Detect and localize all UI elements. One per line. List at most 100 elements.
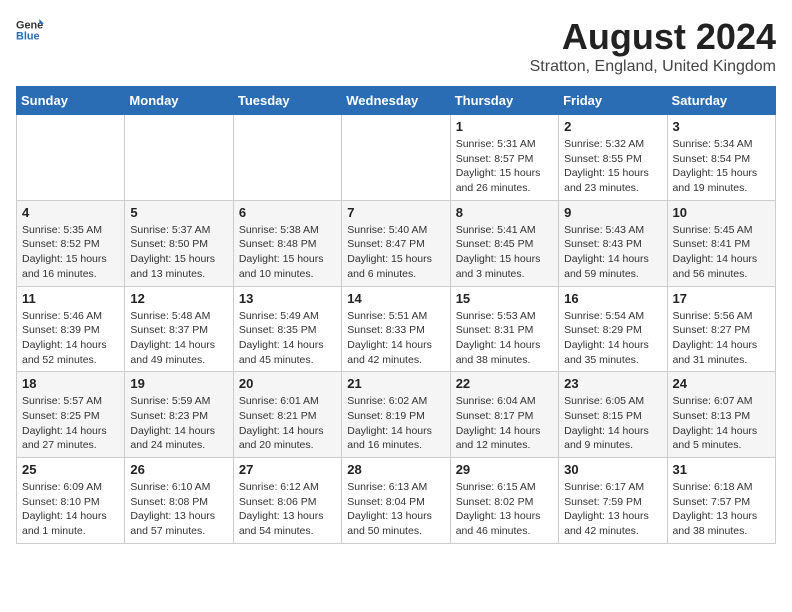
- day-info: Sunrise: 6:07 AM Sunset: 8:13 PM Dayligh…: [673, 394, 770, 453]
- day-info: Sunrise: 6:04 AM Sunset: 8:17 PM Dayligh…: [456, 394, 553, 453]
- day-number: 9: [564, 205, 661, 220]
- day-info: Sunrise: 5:38 AM Sunset: 8:48 PM Dayligh…: [239, 223, 336, 282]
- day-info: Sunrise: 5:40 AM Sunset: 8:47 PM Dayligh…: [347, 223, 444, 282]
- day-info: Sunrise: 5:51 AM Sunset: 8:33 PM Dayligh…: [347, 309, 444, 368]
- day-number: 18: [22, 376, 119, 391]
- calendar-cell: 17Sunrise: 5:56 AM Sunset: 8:27 PM Dayli…: [667, 286, 775, 372]
- day-info: Sunrise: 6:02 AM Sunset: 8:19 PM Dayligh…: [347, 394, 444, 453]
- day-info: Sunrise: 6:18 AM Sunset: 7:57 PM Dayligh…: [673, 480, 770, 539]
- day-info: Sunrise: 5:32 AM Sunset: 8:55 PM Dayligh…: [564, 137, 661, 196]
- weekday-header-monday: Monday: [125, 87, 233, 115]
- day-number: 15: [456, 291, 553, 306]
- day-number: 7: [347, 205, 444, 220]
- day-number: 28: [347, 462, 444, 477]
- day-number: 11: [22, 291, 119, 306]
- day-number: 20: [239, 376, 336, 391]
- week-row-5: 25Sunrise: 6:09 AM Sunset: 8:10 PM Dayli…: [17, 458, 776, 544]
- calendar-cell: 19 Sunrise: 5:59 AM Sunset: 8:23 PM Dayli…: [125, 372, 233, 458]
- calendar-cell: 1 Sunrise: 5:31 AM Sunset: 8:57 PM Daylig…: [450, 115, 558, 201]
- calendar-cell: 2 Sunrise: 5:32 AM Sunset: 8:55 PM Daylig…: [559, 115, 667, 201]
- day-number: 25: [22, 462, 119, 477]
- weekday-header-sunday: Sunday: [17, 87, 125, 115]
- day-info: Sunrise: 5:34 AM Sunset: 8:54 PM Dayligh…: [673, 137, 770, 196]
- day-number: 2: [564, 119, 661, 134]
- day-info: Sunrise: 6:10 AM Sunset: 8:08 PM Dayligh…: [130, 480, 227, 539]
- day-info: Sunrise: 6:13 AM Sunset: 8:04 PM Dayligh…: [347, 480, 444, 539]
- calendar-cell: 21 Sunrise: 6:02 AM Sunset: 8:19 PM Dayli…: [342, 372, 450, 458]
- day-info: Sunrise: 5:45 AM Sunset: 8:41 PM Dayligh…: [673, 223, 770, 282]
- day-number: 3: [673, 119, 770, 134]
- sub-title: Stratton, England, United Kingdom: [530, 58, 776, 76]
- calendar-cell: 3 Sunrise: 5:34 AM Sunset: 8:54 PM Daylig…: [667, 115, 775, 201]
- calendar-cell: 31 Sunrise: 6:18 AM Sunset: 7:57 PM Dayli…: [667, 458, 775, 544]
- day-number: 1: [456, 119, 553, 134]
- day-number: 10: [673, 205, 770, 220]
- calendar-cell: [233, 115, 341, 201]
- day-info: Sunrise: 5:49 AM Sunset: 8:35 PM Dayligh…: [239, 309, 336, 368]
- calendar-cell: [125, 115, 233, 201]
- day-info: Sunrise: 6:05 AM Sunset: 8:15 PM Dayligh…: [564, 394, 661, 453]
- weekday-header-wednesday: Wednesday: [342, 87, 450, 115]
- week-row-2: 4Sunrise: 5:35 AM Sunset: 8:52 PM Daylig…: [17, 200, 776, 286]
- day-info: Sunrise: 5:31 AM Sunset: 8:57 PM Dayligh…: [456, 137, 553, 196]
- day-number: 26: [130, 462, 227, 477]
- calendar-cell: 23 Sunrise: 6:05 AM Sunset: 8:15 PM Dayli…: [559, 372, 667, 458]
- day-info: Sunrise: 5:56 AM Sunset: 8:27 PM Dayligh…: [673, 309, 770, 368]
- calendar-cell: 22 Sunrise: 6:04 AM Sunset: 8:17 PM Dayli…: [450, 372, 558, 458]
- day-info: Sunrise: 5:59 AM Sunset: 8:23 PM Dayligh…: [130, 394, 227, 453]
- weekday-header-thursday: Thursday: [450, 87, 558, 115]
- day-number: 14: [347, 291, 444, 306]
- day-info: Sunrise: 5:35 AM Sunset: 8:52 PM Dayligh…: [22, 223, 119, 282]
- week-row-4: 18 Sunrise: 5:57 AM Sunset: 8:25 PM Dayli…: [17, 372, 776, 458]
- calendar-cell: 11 Sunrise: 5:46 AM Sunset: 8:39 PM Dayli…: [17, 286, 125, 372]
- calendar-cell: 20 Sunrise: 6:01 AM Sunset: 8:21 PM Dayli…: [233, 372, 341, 458]
- day-info: Sunrise: 5:57 AM Sunset: 8:25 PM Dayligh…: [22, 394, 119, 453]
- day-info: Sunrise: 5:41 AM Sunset: 8:45 PM Dayligh…: [456, 223, 553, 282]
- day-info: Sunrise: 6:12 AM Sunset: 8:06 PM Dayligh…: [239, 480, 336, 539]
- week-row-1: 1 Sunrise: 5:31 AM Sunset: 8:57 PM Daylig…: [17, 115, 776, 201]
- logo-icon: General Blue: [16, 16, 44, 44]
- day-info: Sunrise: 5:48 AM Sunset: 8:37 PM Dayligh…: [130, 309, 227, 368]
- day-number: 21: [347, 376, 444, 391]
- calendar-cell: 26 Sunrise: 6:10 AM Sunset: 8:08 PM Dayli…: [125, 458, 233, 544]
- main-title: August 2024: [530, 16, 776, 58]
- calendar-cell: [342, 115, 450, 201]
- svg-text:Blue: Blue: [16, 30, 40, 42]
- calendar-cell: 29 Sunrise: 6:15 AM Sunset: 8:02 PM Dayli…: [450, 458, 558, 544]
- calendar-cell: 18 Sunrise: 5:57 AM Sunset: 8:25 PM Dayli…: [17, 372, 125, 458]
- day-number: 13: [239, 291, 336, 306]
- calendar-cell: 6Sunrise: 5:38 AM Sunset: 8:48 PM Daylig…: [233, 200, 341, 286]
- calendar-cell: 4Sunrise: 5:35 AM Sunset: 8:52 PM Daylig…: [17, 200, 125, 286]
- day-info: Sunrise: 6:15 AM Sunset: 8:02 PM Dayligh…: [456, 480, 553, 539]
- day-info: Sunrise: 5:37 AM Sunset: 8:50 PM Dayligh…: [130, 223, 227, 282]
- weekday-header-saturday: Saturday: [667, 87, 775, 115]
- calendar-cell: 28 Sunrise: 6:13 AM Sunset: 8:04 PM Dayli…: [342, 458, 450, 544]
- calendar-cell: 27Sunrise: 6:12 AM Sunset: 8:06 PM Dayli…: [233, 458, 341, 544]
- day-number: 22: [456, 376, 553, 391]
- day-info: Sunrise: 6:17 AM Sunset: 7:59 PM Dayligh…: [564, 480, 661, 539]
- weekday-header-friday: Friday: [559, 87, 667, 115]
- header: General Blue August 2024 Stratton, Engla…: [16, 16, 776, 76]
- calendar-cell: 8Sunrise: 5:41 AM Sunset: 8:45 PM Daylig…: [450, 200, 558, 286]
- day-number: 19: [130, 376, 227, 391]
- calendar-cell: 5Sunrise: 5:37 AM Sunset: 8:50 PM Daylig…: [125, 200, 233, 286]
- calendar-cell: 15 Sunrise: 5:53 AM Sunset: 8:31 PM Dayli…: [450, 286, 558, 372]
- day-number: 24: [673, 376, 770, 391]
- weekday-header-tuesday: Tuesday: [233, 87, 341, 115]
- day-number: 30: [564, 462, 661, 477]
- calendar-cell: 7 Sunrise: 5:40 AM Sunset: 8:47 PM Daylig…: [342, 200, 450, 286]
- calendar-cell: 16 Sunrise: 5:54 AM Sunset: 8:29 PM Dayli…: [559, 286, 667, 372]
- calendar-cell: 13 Sunrise: 5:49 AM Sunset: 8:35 PM Dayli…: [233, 286, 341, 372]
- calendar-cell: 12Sunrise: 5:48 AM Sunset: 8:37 PM Dayli…: [125, 286, 233, 372]
- calendar-cell: 10 Sunrise: 5:45 AM Sunset: 8:41 PM Dayli…: [667, 200, 775, 286]
- day-info: Sunrise: 5:46 AM Sunset: 8:39 PM Dayligh…: [22, 309, 119, 368]
- day-number: 16: [564, 291, 661, 306]
- day-number: 31: [673, 462, 770, 477]
- day-info: Sunrise: 5:53 AM Sunset: 8:31 PM Dayligh…: [456, 309, 553, 368]
- day-number: 29: [456, 462, 553, 477]
- day-info: Sunrise: 6:01 AM Sunset: 8:21 PM Dayligh…: [239, 394, 336, 453]
- calendar-cell: 30 Sunrise: 6:17 AM Sunset: 7:59 PM Dayli…: [559, 458, 667, 544]
- day-number: 23: [564, 376, 661, 391]
- calendar-cell: [17, 115, 125, 201]
- day-info: Sunrise: 5:54 AM Sunset: 8:29 PM Dayligh…: [564, 309, 661, 368]
